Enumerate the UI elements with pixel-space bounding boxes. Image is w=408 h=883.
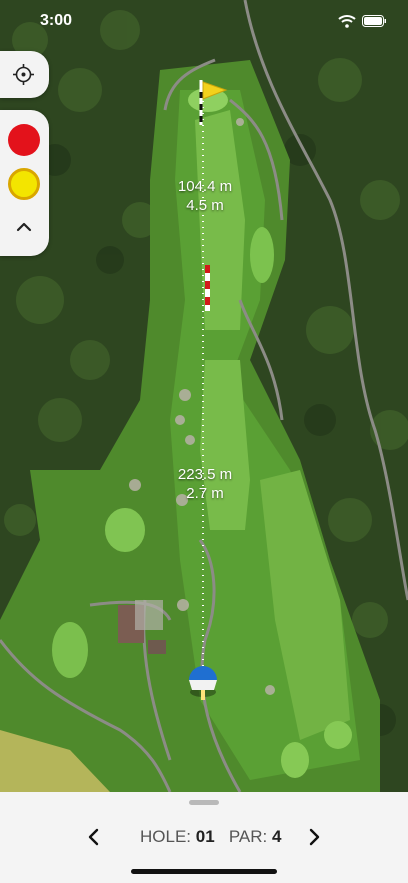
locate-icon[interactable] (12, 63, 35, 86)
hole-number: 01 (195, 827, 215, 846)
distance-label-upper: 104.4 m 4.5 m (155, 177, 255, 215)
red-marker-button[interactable] (8, 124, 40, 156)
yellow-marker-button[interactable] (8, 168, 40, 200)
hole-info: HOLE: 01 PAR: 4 (140, 827, 281, 847)
hole-label: HOLE: (140, 827, 192, 846)
elevation-meters: 4.5 m (186, 197, 224, 214)
status-time: 3:00 (40, 12, 73, 29)
home-indicator (131, 869, 277, 874)
par-label: PAR: (228, 827, 268, 846)
distance-meters: 223.5 m (177, 466, 233, 483)
par-number: 4 (272, 827, 282, 846)
wifi-icon (338, 15, 356, 28)
chevron-up-icon[interactable] (14, 220, 34, 234)
course-map[interactable] (0, 0, 408, 792)
chevron-left-icon[interactable] (86, 828, 102, 846)
locate-panel (0, 51, 49, 98)
elevation-meters: 2.7 m (186, 485, 224, 502)
battery-icon (362, 15, 386, 27)
distance-label-lower: 223.5 m 2.7 m (155, 465, 255, 503)
drag-handle[interactable] (189, 800, 219, 805)
status-bar: 3:00 (0, 0, 408, 44)
chevron-right-icon[interactable] (306, 828, 322, 846)
distance-meters: 104.4 m (177, 178, 233, 195)
marker-tools-panel (0, 110, 49, 256)
